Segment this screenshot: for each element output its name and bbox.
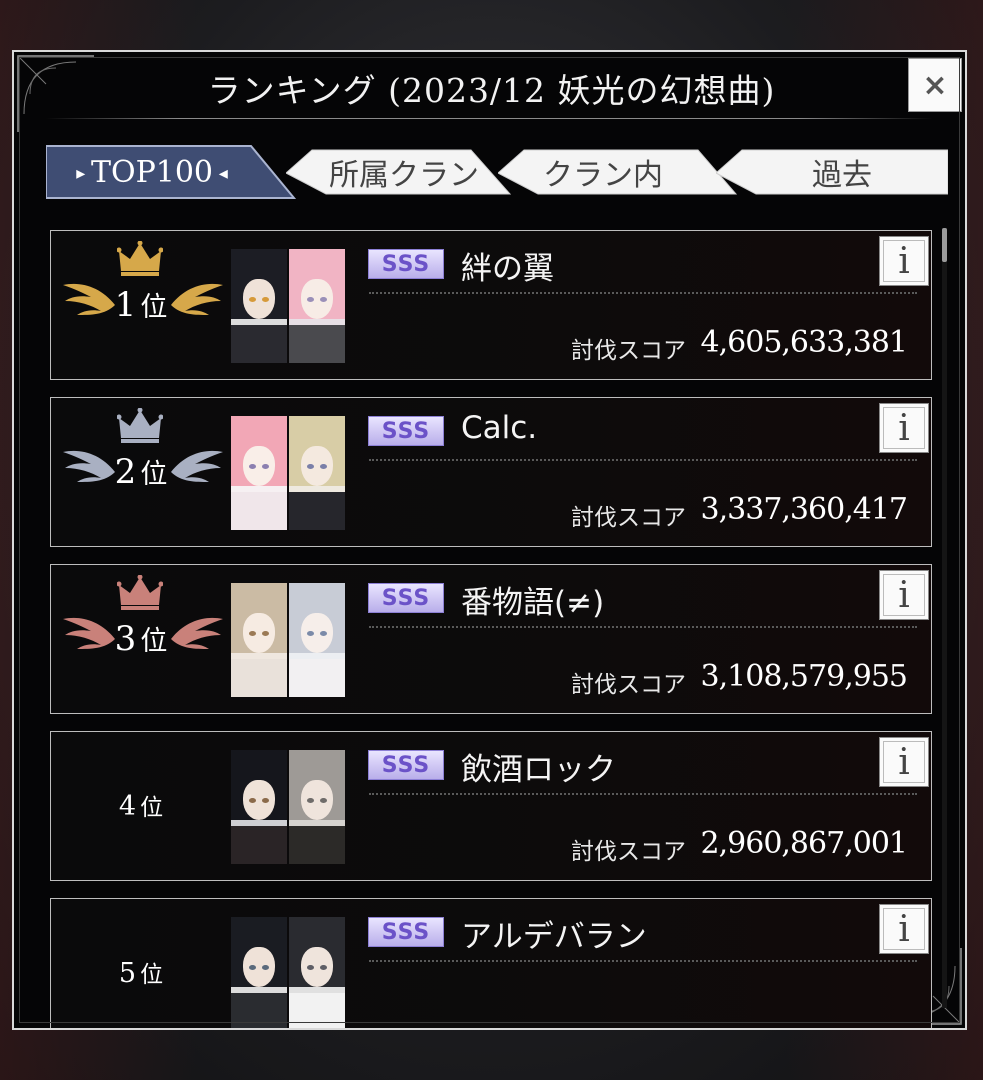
tab-affiliated-clan[interactable]: 所属クラン bbox=[286, 144, 512, 200]
crown-icon bbox=[117, 241, 163, 276]
character-portrait bbox=[289, 750, 345, 864]
clan-name: Calc. bbox=[461, 410, 538, 446]
dotted-divider bbox=[369, 292, 917, 294]
rank-number-value: 2 bbox=[114, 452, 137, 492]
info-button[interactable]: i bbox=[879, 236, 929, 286]
ranking-dialog: ランキング (2023/12 妖光の幻想曲) × TOP100 所属クラン クラ… bbox=[12, 50, 967, 1030]
ranking-row-4[interactable]: 4位 SSS 飲酒ロック 討伐スコア 2,960,867,001 i bbox=[50, 731, 932, 881]
tab-top100[interactable]: TOP100 bbox=[46, 144, 296, 200]
rank-suffix: 位 bbox=[140, 795, 164, 821]
clan-name: アルデバラン bbox=[461, 919, 647, 955]
rank-display: 5位 bbox=[59, 899, 223, 1028]
character-portrait bbox=[231, 249, 287, 363]
member-portraits bbox=[231, 416, 345, 530]
tier-badge: SSS bbox=[368, 249, 444, 279]
character-portrait bbox=[289, 249, 345, 363]
rank-display: 2位 bbox=[59, 398, 223, 546]
info-button[interactable]: i bbox=[879, 904, 929, 954]
scrollbar-thumb[interactable] bbox=[942, 228, 947, 262]
rank-suffix: 位 bbox=[140, 459, 168, 490]
rank-number-value: 4 bbox=[118, 791, 137, 822]
tab-affiliated-clan-label: 所属クラン bbox=[329, 158, 479, 193]
rank-number: 2位 bbox=[59, 452, 223, 492]
dotted-divider bbox=[369, 459, 917, 461]
dialog-title: ランキング (2023/12 妖光の幻想曲) bbox=[207, 71, 776, 110]
title-divider bbox=[46, 118, 933, 119]
score-label: 討伐スコア bbox=[571, 505, 686, 531]
info-button[interactable]: i bbox=[879, 403, 929, 453]
member-portraits bbox=[231, 583, 345, 697]
dotted-divider bbox=[369, 960, 917, 962]
dotted-divider bbox=[369, 626, 917, 628]
tier-badge: SSS bbox=[368, 583, 444, 613]
tab-past-label: 過去 bbox=[812, 158, 872, 193]
scrollbar-track[interactable] bbox=[942, 228, 947, 1008]
rank-suffix: 位 bbox=[140, 962, 164, 988]
character-portrait bbox=[231, 750, 287, 864]
score-value: 3,108,579,955 bbox=[700, 659, 908, 694]
ranking-list: 1位 SSS 絆の翼 討伐スコア 4,605,633,381 i 2 位 SSS… bbox=[50, 230, 934, 1028]
member-portraits bbox=[231, 750, 345, 864]
score-value: 2,960,867,001 bbox=[700, 826, 908, 861]
character-portrait bbox=[289, 416, 345, 530]
rank-number: 5位 bbox=[59, 955, 223, 989]
score-value: 3,337,360,417 bbox=[700, 492, 908, 527]
clan-name: 絆の翼 bbox=[461, 251, 554, 287]
rank-display: 1位 bbox=[59, 231, 223, 379]
member-portraits bbox=[231, 917, 345, 1028]
character-portrait bbox=[231, 416, 287, 530]
clan-name: 飲酒ロック bbox=[461, 752, 616, 788]
ranking-row-1[interactable]: 1位 SSS 絆の翼 討伐スコア 4,605,633,381 i bbox=[50, 230, 932, 380]
tier-badge: SSS bbox=[368, 416, 444, 446]
rank-number: 4位 bbox=[59, 788, 223, 822]
tab-past[interactable]: 過去 bbox=[716, 144, 948, 200]
character-portrait bbox=[289, 917, 345, 1028]
crown-icon bbox=[117, 408, 163, 443]
crown-icon bbox=[117, 575, 163, 610]
score-label: 討伐スコア bbox=[571, 839, 686, 865]
tab-bar: TOP100 所属クラン クラン内 過去 bbox=[46, 144, 948, 200]
rank-number-value: 5 bbox=[118, 958, 137, 989]
close-button[interactable]: × bbox=[908, 58, 962, 112]
tab-top100-label: TOP100 bbox=[76, 155, 228, 190]
ranking-row-2[interactable]: 2位 SSS Calc. 討伐スコア 3,337,360,417 i bbox=[50, 397, 932, 547]
info-button[interactable]: i bbox=[879, 737, 929, 787]
info-button[interactable]: i bbox=[879, 570, 929, 620]
rank-display: 3位 bbox=[59, 565, 223, 713]
tab-within-clan-label: クラン内 bbox=[543, 158, 663, 193]
rank-number: 1位 bbox=[59, 285, 223, 325]
score-label: 討伐スコア bbox=[571, 338, 686, 364]
character-portrait bbox=[231, 583, 287, 697]
character-portrait bbox=[231, 917, 287, 1028]
ranking-row-5[interactable]: 5位 SSS アルデバラン i bbox=[50, 898, 932, 1028]
rank-suffix: 位 bbox=[140, 292, 168, 323]
rank-number-value: 1 bbox=[114, 285, 137, 325]
score-label: 討伐スコア bbox=[571, 672, 686, 698]
rank-display: 4位 bbox=[59, 732, 223, 880]
tier-badge: SSS bbox=[368, 917, 444, 947]
rank-number: 3位 bbox=[59, 619, 223, 659]
clan-name: 番物語(≠) bbox=[461, 585, 605, 621]
rank-number-value: 3 bbox=[114, 619, 137, 659]
dotted-divider bbox=[369, 793, 917, 795]
rank-suffix: 位 bbox=[140, 626, 168, 657]
tab-within-clan[interactable]: クラン内 bbox=[498, 144, 738, 200]
ranking-row-3[interactable]: 3位 SSS 番物語(≠) 討伐スコア 3,108,579,955 i bbox=[50, 564, 932, 714]
member-portraits bbox=[231, 249, 345, 363]
score-value: 4,605,633,381 bbox=[700, 325, 908, 360]
tier-badge: SSS bbox=[368, 750, 444, 780]
character-portrait bbox=[289, 583, 345, 697]
